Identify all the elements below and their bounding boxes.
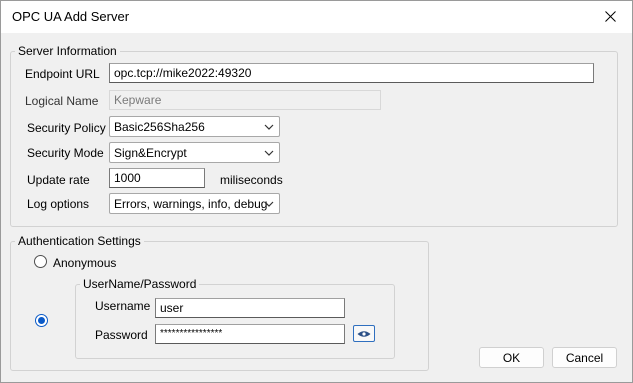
close-icon: [604, 11, 616, 22]
endpoint-url-input[interactable]: opc.tcp://mike2022:49320: [109, 63, 594, 83]
anonymous-label[interactable]: Anonymous: [53, 256, 116, 270]
password-input[interactable]: ****************: [155, 324, 345, 344]
username-password-group: UserName/Password: [75, 277, 395, 359]
show-password-button[interactable]: [353, 325, 375, 342]
username-label: Username: [95, 299, 151, 313]
update-rate-unit: miliseconds: [220, 173, 283, 187]
endpoint-url-label: Endpoint URL: [25, 67, 100, 81]
log-options-label: Log options: [27, 197, 90, 211]
close-button[interactable]: [588, 1, 632, 32]
log-options-select[interactable]: Errors, warnings, info, debug: [109, 193, 280, 214]
cancel-button[interactable]: Cancel: [552, 347, 617, 368]
chevron-down-icon: [264, 150, 274, 156]
authentication-settings-legend: Authentication Settings: [18, 234, 141, 248]
anonymous-radio[interactable]: [34, 255, 47, 268]
update-rate-label: Update rate: [27, 173, 90, 187]
username-password-radio[interactable]: [35, 314, 48, 327]
security-mode-label: Security Mode: [27, 146, 104, 160]
security-mode-value: Sign&Encrypt: [114, 146, 187, 160]
security-mode-select[interactable]: Sign&Encrypt: [109, 142, 280, 163]
window-title: OPC UA Add Server: [12, 9, 130, 24]
server-information-legend: Server Information: [18, 44, 117, 58]
security-policy-value: Basic256Sha256: [114, 120, 205, 134]
logical-name-label: Logical Name: [25, 94, 99, 108]
dialog-window: OPC UA Add Server Server Information End…: [0, 0, 633, 383]
eye-icon: [357, 330, 371, 337]
chevron-down-icon: [264, 124, 274, 130]
log-options-value: Errors, warnings, info, debug: [114, 197, 268, 211]
username-password-legend: UserName/Password: [83, 277, 197, 291]
title-bar: OPC UA Add Server: [1, 1, 632, 33]
chevron-down-icon: [264, 201, 274, 207]
security-policy-select[interactable]: Basic256Sha256: [109, 116, 280, 137]
update-rate-input[interactable]: 1000: [109, 168, 205, 188]
security-policy-label: Security Policy: [27, 121, 106, 135]
logical-name-input: Kepware: [109, 90, 381, 110]
ok-button[interactable]: OK: [479, 347, 544, 368]
password-label: Password: [95, 328, 148, 342]
username-input[interactable]: user: [155, 298, 345, 318]
